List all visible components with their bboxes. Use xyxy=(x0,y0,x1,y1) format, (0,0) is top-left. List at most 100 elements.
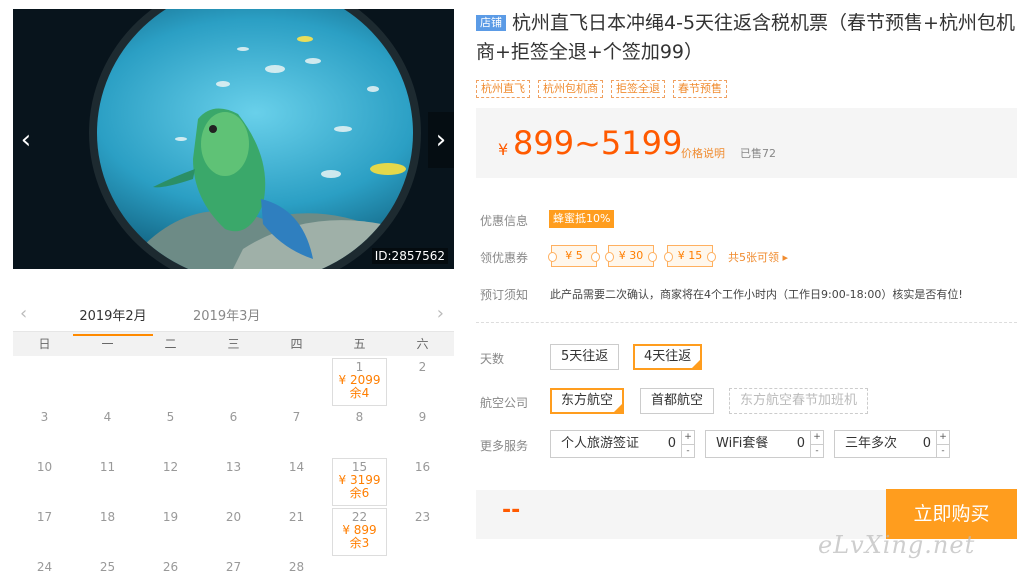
calendar-day: 11 xyxy=(76,456,139,506)
day-number: 18 xyxy=(99,510,116,524)
service-quantity[interactable]: 0 xyxy=(797,431,805,457)
decrement-button[interactable]: - xyxy=(811,444,823,457)
increment-button[interactable]: + xyxy=(811,431,823,444)
day-number: 14 xyxy=(288,460,305,474)
tab-month-mar[interactable]: 2019年3月 xyxy=(193,305,260,324)
day-number: 2 xyxy=(418,360,427,374)
decrement-button[interactable]: - xyxy=(937,444,949,457)
calendar-day xyxy=(139,356,202,406)
day-number: 12 xyxy=(162,460,179,474)
day-number: 6 xyxy=(229,410,238,424)
calendar-day-available[interactable]: 22 ¥ 899 余3 xyxy=(332,508,387,556)
tab-month-feb[interactable]: 2019年2月 xyxy=(73,305,153,336)
option-china-eastern[interactable]: 东方航空 xyxy=(550,388,625,414)
calendar-day: 13 xyxy=(202,456,265,506)
coupon-total-link[interactable]: 共5张可领 ▸ xyxy=(728,249,788,265)
discount-label: 优惠信息 xyxy=(480,214,529,228)
currency-symbol: ¥ xyxy=(498,140,509,159)
day-number: 16 xyxy=(414,460,431,474)
calendar-day: 28 xyxy=(265,556,328,579)
day-number: 9 xyxy=(418,410,427,424)
day-number: 27 xyxy=(225,560,242,574)
multi-entry-service-stepper[interactable]: 三年多次 0 + - xyxy=(834,430,950,458)
notice-label: 预订须知 xyxy=(480,288,529,302)
service-quantity[interactable]: 0 xyxy=(923,431,931,457)
increment-button[interactable]: + xyxy=(682,431,694,444)
underwater-fish-image xyxy=(13,9,454,269)
calendar-prev-icon[interactable]: ‹ xyxy=(20,303,27,324)
product-tag: 杭州包机商 xyxy=(538,80,603,98)
day-number: 24 xyxy=(36,560,53,574)
calendar-day: 27 xyxy=(202,556,265,579)
days-label: 天数 xyxy=(480,352,505,366)
calendar-day: 9 xyxy=(391,406,454,456)
increment-button[interactable]: + xyxy=(937,431,949,444)
calendar-day: 12 xyxy=(139,456,202,506)
day-number: 4 xyxy=(103,410,112,424)
weekday-label: 日 xyxy=(38,337,51,351)
calendar-day: 16 xyxy=(391,456,454,506)
calendar-day: 26 xyxy=(139,556,202,579)
calendar-day: 25 xyxy=(76,556,139,579)
day-number: 10 xyxy=(36,460,53,474)
day-number: 23 xyxy=(414,510,431,524)
calendar-day: 6 xyxy=(202,406,265,456)
price-box: ¥ 899~5199 价格说明 已售72 xyxy=(476,108,1017,178)
shop-badge[interactable]: 店铺 xyxy=(476,15,506,31)
calendar-next-icon[interactable]: › xyxy=(437,303,444,324)
calendar-day: 24 xyxy=(13,556,76,579)
coupon-button[interactable]: ¥ 15 xyxy=(664,245,716,267)
price-range: 899~5199 xyxy=(513,124,683,162)
option-china-eastern-extra: 东方航空春节加班机 xyxy=(729,388,869,414)
service-quantity[interactable]: 0 xyxy=(668,431,676,457)
calendar-day: 23 xyxy=(391,506,454,556)
coupon-button[interactable]: ¥ 30 xyxy=(605,245,657,267)
visa-service-stepper[interactable]: 个人旅游签证 0 + - xyxy=(550,430,695,458)
calendar-day: 3 xyxy=(13,406,76,456)
day-number: 21 xyxy=(288,510,305,524)
day-number: 7 xyxy=(292,410,301,424)
calendar-day xyxy=(76,356,139,406)
calendar-day: 21 xyxy=(265,506,328,556)
calendar-nav: ‹ 2019年2月 2019年3月 › xyxy=(13,296,454,336)
price-note-link[interactable]: 价格说明 xyxy=(681,145,725,161)
product-tag: 春节预售 xyxy=(673,80,727,98)
calendar-day: 4 xyxy=(76,406,139,456)
day-stock: 余3 xyxy=(349,536,370,550)
section-divider xyxy=(476,322,1017,323)
option-5-days[interactable]: 5天往返 xyxy=(550,344,620,370)
airline-label: 航空公司 xyxy=(480,396,529,410)
day-stock: 余4 xyxy=(349,386,370,400)
product-tag: 拒签全退 xyxy=(611,80,665,98)
coupon-button[interactable]: ¥ 5 xyxy=(548,245,600,267)
photo-next-button[interactable]: › xyxy=(428,112,454,168)
calendar-day-available[interactable]: 15 ¥ 3199 余6 xyxy=(332,458,387,506)
booking-notice: 此产品需要二次确认，商家将在4个工作小时内（工作日9:00-18:00）核实是否… xyxy=(550,288,963,301)
service-label: WiFi套餐 xyxy=(716,436,769,451)
calendar-days-grid: 1 ¥ 2099 余4 2 3 4 5 6 7 8 9 10 11 12 13 14 15 ¥ 3199 余6 16 1… xyxy=(13,356,454,579)
services-label: 更多服务 xyxy=(480,439,529,453)
calendar-day xyxy=(202,356,265,406)
day-number: 8 xyxy=(355,410,364,424)
calendar-day: 8 xyxy=(328,406,391,456)
day-number: 11 xyxy=(99,460,116,474)
weekday-label: 三 xyxy=(227,337,240,351)
calendar-day: 7 xyxy=(265,406,328,456)
product-photo: ‹ › ID:2857562 xyxy=(13,9,454,269)
day-number: 20 xyxy=(225,510,242,524)
decrement-button[interactable]: - xyxy=(682,444,694,457)
wifi-service-stepper[interactable]: WiFi套餐 0 + - xyxy=(705,430,824,458)
calendar-day: 17 xyxy=(13,506,76,556)
calendar-day: 20 xyxy=(202,506,265,556)
day-number: 28 xyxy=(288,560,305,574)
photo-prev-button[interactable]: ‹ xyxy=(13,112,39,168)
option-capital-airlines[interactable]: 首都航空 xyxy=(640,388,715,414)
service-label: 三年多次 xyxy=(845,436,898,451)
day-number: 17 xyxy=(36,510,53,524)
photo-id-label: ID:2857562 xyxy=(371,248,448,264)
sold-count: 已售72 xyxy=(740,147,776,160)
calendar-day-available[interactable]: 1 ¥ 2099 余4 xyxy=(332,358,387,406)
option-4-days[interactable]: 4天往返 xyxy=(633,344,703,370)
service-label: 个人旅游签证 xyxy=(561,436,640,451)
product-tag: 杭州直飞 xyxy=(476,80,530,98)
